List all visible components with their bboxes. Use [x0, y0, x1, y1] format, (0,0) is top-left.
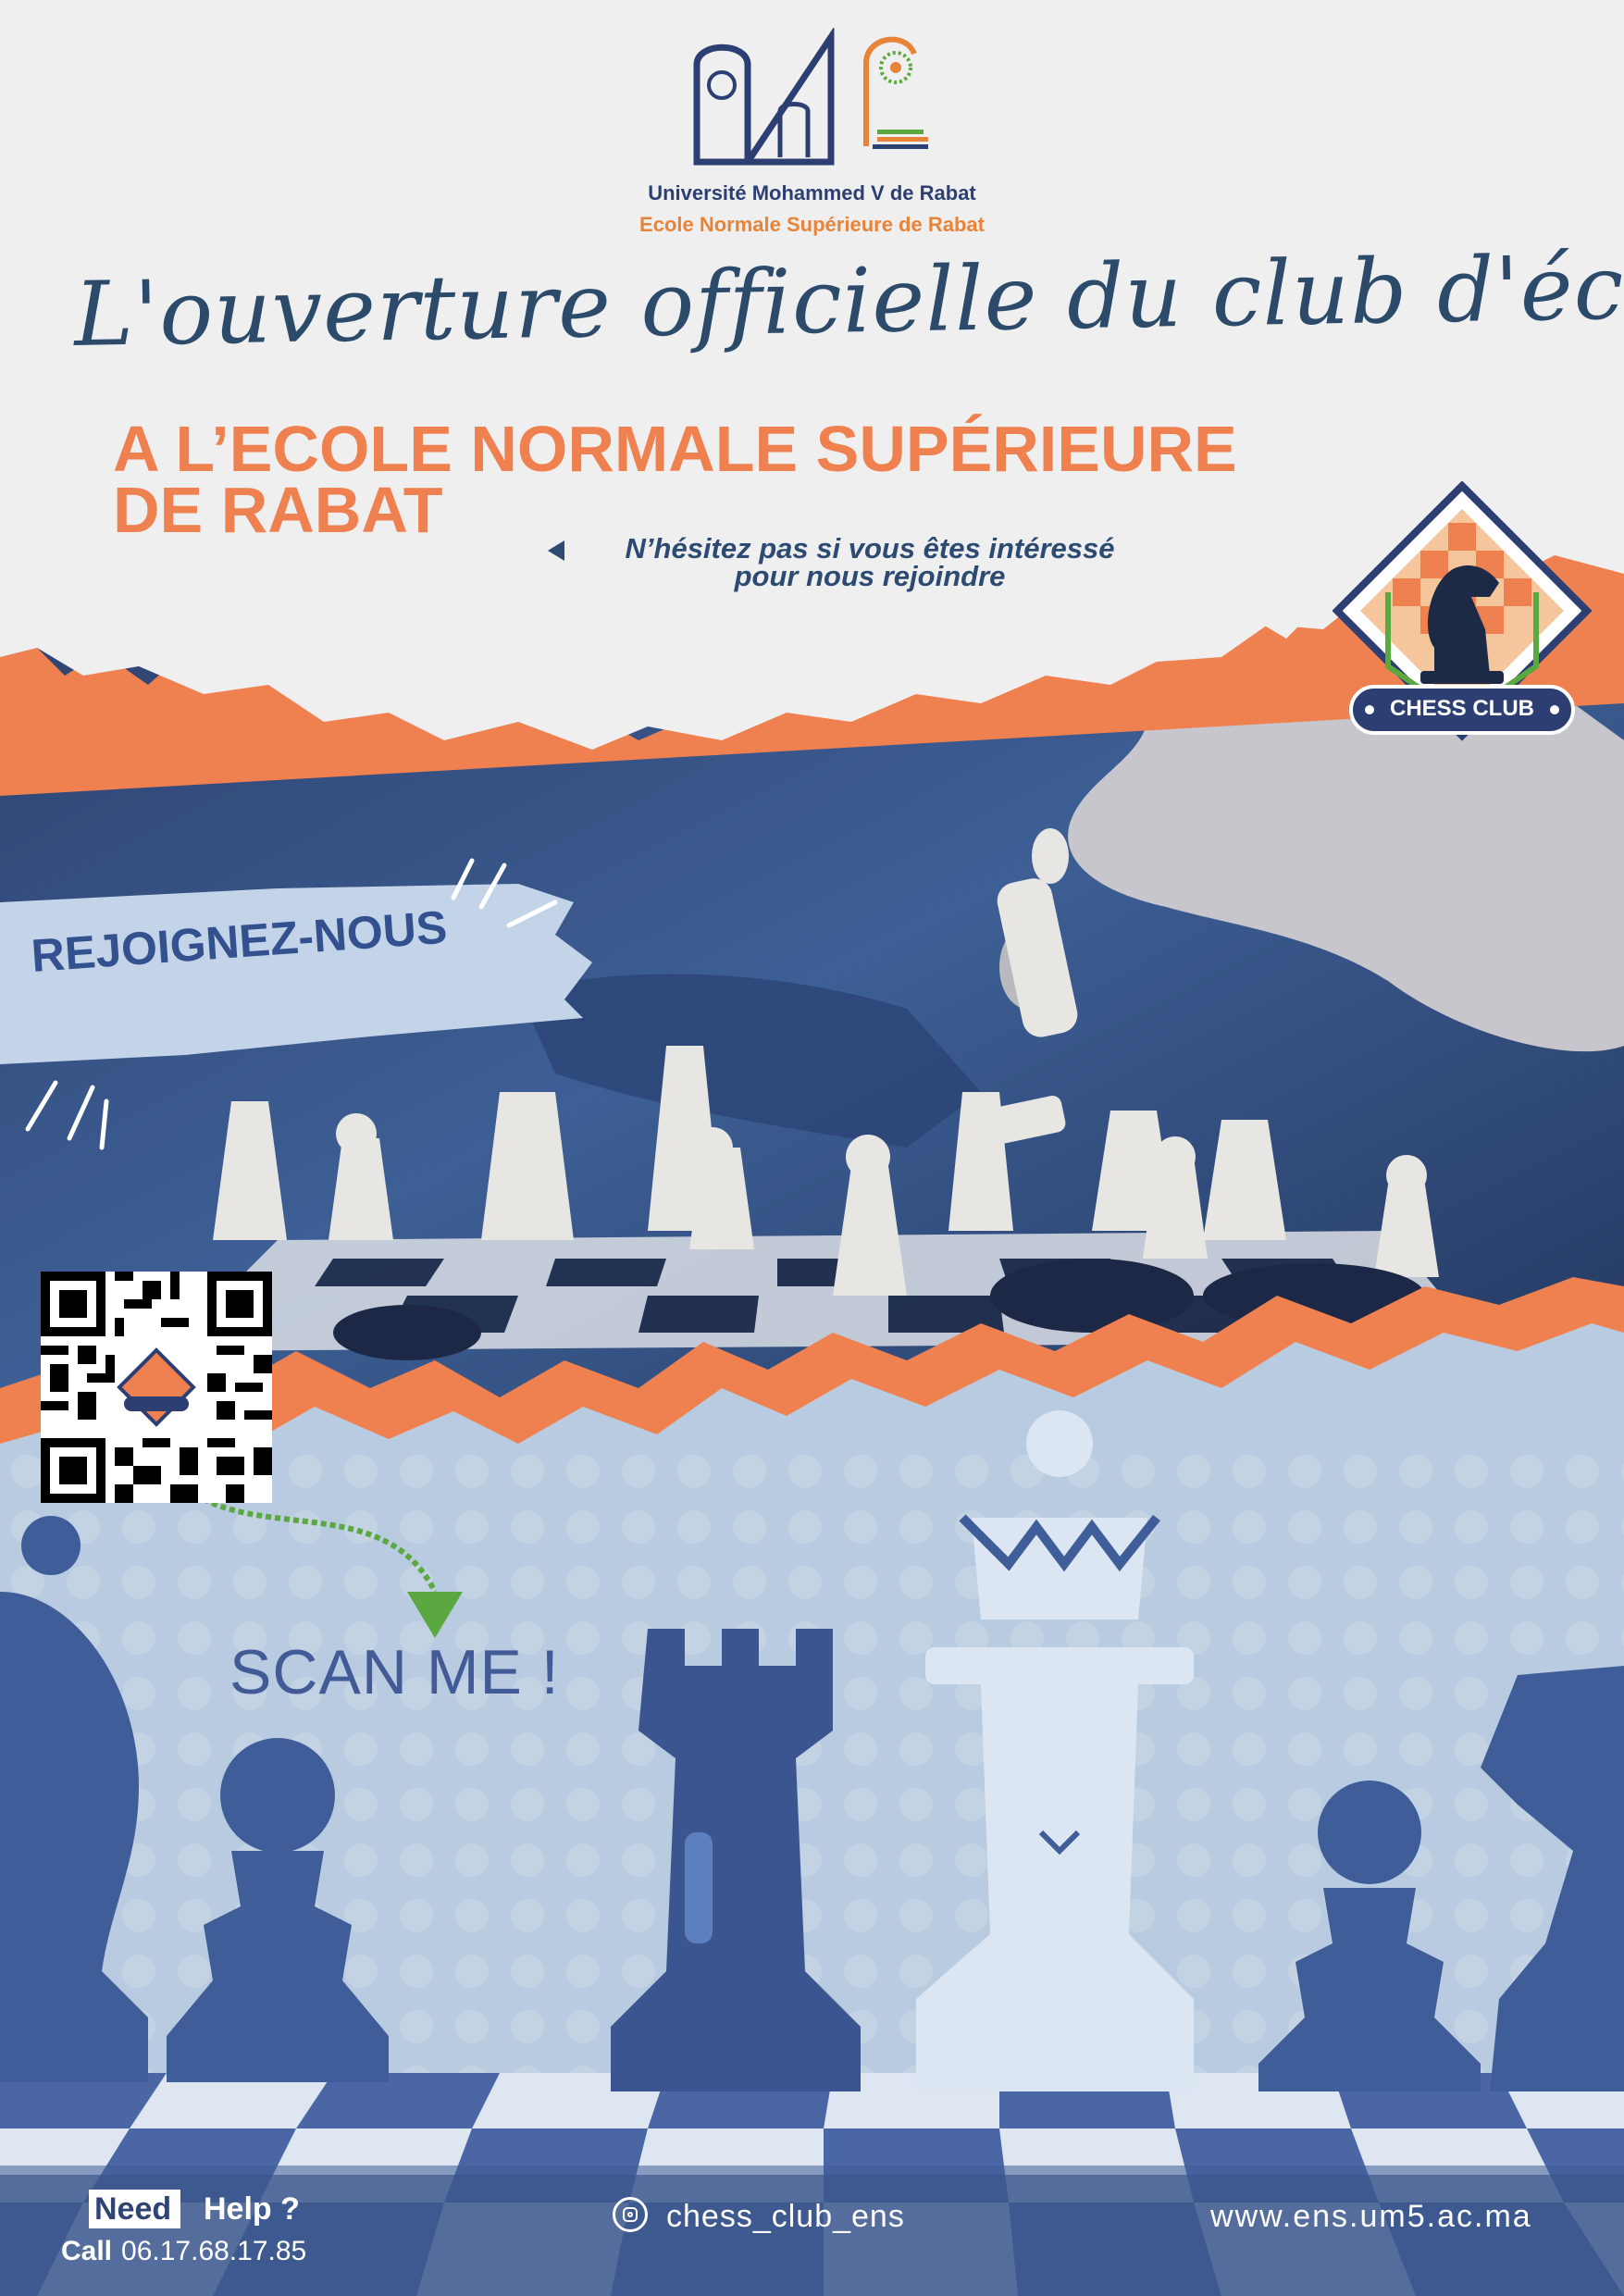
call-label: Call [61, 2236, 113, 2266]
ens-logo-icon [863, 36, 928, 149]
headline-line-1: A L’ECOLE NORMALE SUPÉRIEURE [113, 413, 1237, 485]
university-name: Université Mohammed V de Rabat [648, 181, 976, 205]
footer-help-label: Help ? [204, 2191, 300, 2227]
university-logo-icon [693, 28, 835, 166]
chess-club-badge: CHESS CLUB [1333, 481, 1592, 759]
footer-call: Call 06.17.68.17.85 [61, 2236, 306, 2267]
instagram-handle[interactable]: chess_club_ens [666, 2199, 905, 2235]
qr-code[interactable] [41, 1272, 272, 1503]
qr-code-icon [41, 1272, 272, 1503]
tagline-line-1: N’hésitez pas si vous êtes intéressé [625, 532, 1115, 565]
tagline-line-2: pour nous rejoindre [734, 560, 1006, 592]
badge-label: CHESS CLUB [1389, 696, 1534, 721]
headline: A L’ECOLE NORMALE SUPÉRIEURE DE RABAT [113, 413, 1237, 542]
scan-me-text: SCAN ME ! [229, 1637, 560, 1707]
website-link[interactable]: www.ens.um5.ac.ma [1210, 2199, 1532, 2235]
instagram-icon [613, 2197, 648, 2232]
poster: Université Mohammed V de Rabat Ecole Nor… [0, 0, 1624, 2296]
phone-number[interactable]: 06.17.68.17.85 [121, 2236, 306, 2266]
footer-need-label: Need [89, 2190, 181, 2228]
school-name: Ecole Normale Supérieure de Rabat [639, 213, 985, 236]
tagline: N’hésitez pas si vous êtes intéressé pou… [555, 532, 1184, 592]
